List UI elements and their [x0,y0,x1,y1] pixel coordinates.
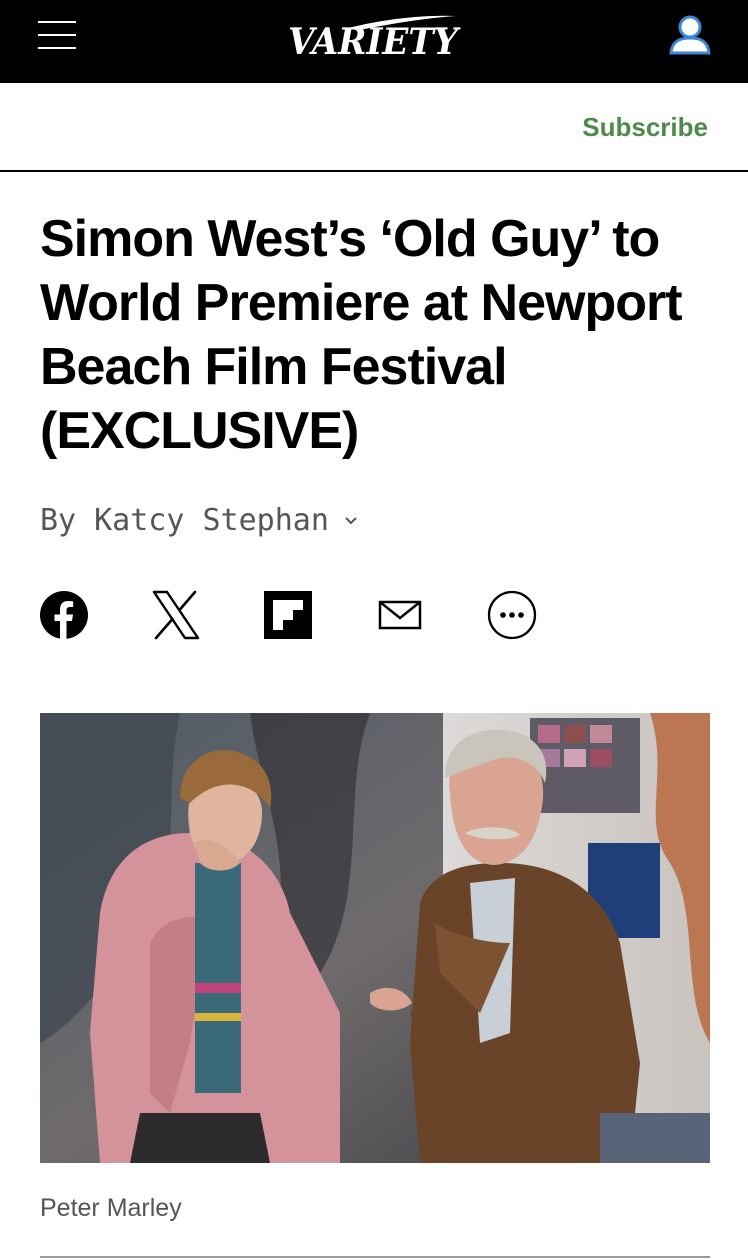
article-hero-image [40,713,710,1163]
flipboard-share-button[interactable] [263,590,313,640]
svg-text:VARIETY: VARIETY [288,21,461,62]
x-share-button[interactable] [151,590,201,640]
author-name-link[interactable]: Katcy Stephan [94,503,329,538]
email-share-button[interactable] [375,590,425,640]
byline: By Katcy Stephan [40,503,359,538]
top-nav-bar: VARIETY [0,0,748,83]
more-share-button[interactable] [487,590,537,640]
account-icon[interactable] [666,14,714,56]
hamburger-menu-icon[interactable] [38,19,78,51]
facebook-share-button[interactable] [39,590,89,640]
subscribe-bar: Subscribe [0,83,748,172]
email-icon [378,600,422,630]
variety-logo[interactable]: VARIETY [286,10,462,63]
flipboard-icon [264,591,312,639]
facebook-icon [40,591,88,639]
photo-credit: Peter Marley [40,1194,182,1222]
hero-photo-illustration [40,713,710,1163]
byline-prefix: By [40,503,77,538]
x-icon [152,590,200,640]
divider [40,1256,710,1258]
article-headline: Simon West’s ‘Old Guy’ to World Premiere… [40,210,683,460]
more-icon [487,590,537,640]
subscribe-link[interactable]: Subscribe [582,112,708,143]
variety-logo-mark: VARIETY [288,15,461,63]
chevron-down-icon[interactable] [343,513,359,529]
